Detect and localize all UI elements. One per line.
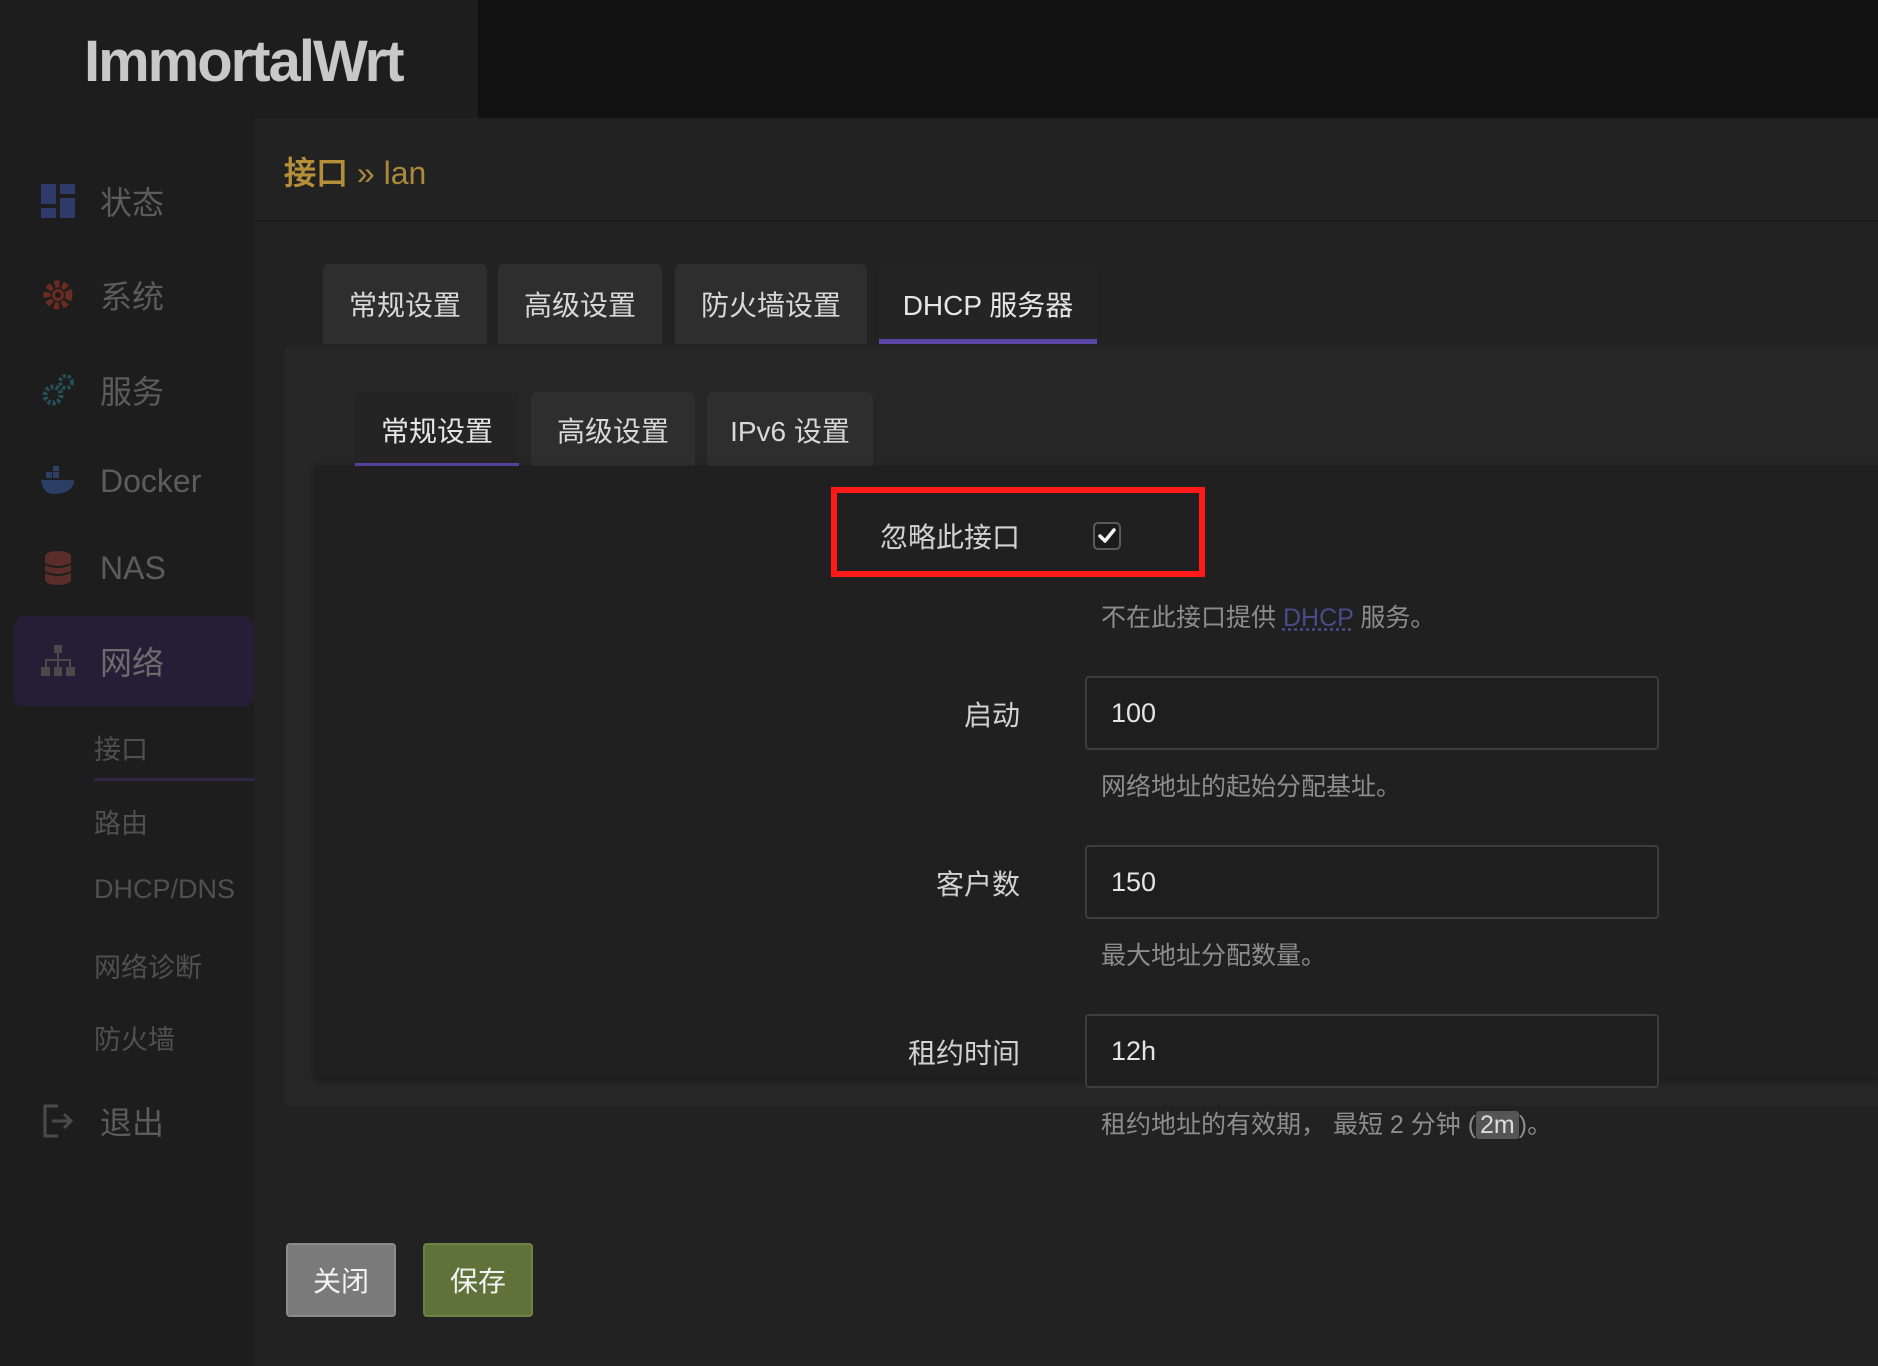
active-subitem-underline — [94, 778, 254, 781]
tab-firewall[interactable]: 防火墙设置 — [675, 264, 867, 344]
leasetime-label: 租约时间 — [907, 1038, 1020, 1069]
sidebar-item-label: Docker — [100, 462, 202, 499]
sidebar-subitem-interfaces[interactable]: 接口 — [94, 728, 148, 767]
tab-advanced[interactable]: 高级设置 — [498, 264, 662, 344]
sidebar-item-docker[interactable]: Docker — [14, 438, 254, 524]
tab-general[interactable]: 常规设置 — [323, 264, 487, 344]
annotation-highlight-box — [831, 487, 1205, 577]
limit-hint: 最大地址分配数量。 — [1101, 942, 1327, 970]
tab-dhcp-server[interactable]: DHCP 服务器 — [879, 264, 1097, 344]
sidebar-item-network[interactable]: 网络 — [14, 616, 254, 706]
docker-icon — [38, 461, 78, 501]
sidebar-item-status[interactable]: 状态 — [14, 158, 254, 244]
breadcrumb-parent[interactable]: 接口 — [284, 155, 348, 191]
dashboard-icon — [38, 181, 78, 221]
start-hint: 网络地址的起始分配基址。 — [1101, 773, 1402, 801]
sidebar-item-label: NAS — [100, 549, 166, 586]
gear-icon — [38, 275, 78, 315]
header-divider — [254, 220, 1878, 222]
sidebar-item-label: 退出 — [100, 1105, 165, 1141]
start-label: 启动 — [963, 700, 1020, 731]
sidebar-item-label: 网络 — [100, 645, 165, 681]
start-input[interactable] — [1085, 676, 1659, 750]
breadcrumb-separator: » — [356, 155, 375, 191]
min-lease-code: 2m — [1476, 1111, 1519, 1139]
database-icon — [38, 548, 78, 588]
brand-logo: ImmortalWrt — [84, 29, 405, 94]
sidebar-subitem-routes[interactable]: 路由 — [94, 802, 148, 841]
cogs-icon — [38, 370, 78, 410]
leasetime-hint: 租约地址的有效期， 最短 2 分钟 (2m)。 — [1101, 1111, 1553, 1139]
save-button[interactable]: 保存 — [423, 1243, 533, 1317]
sidebar-item-label: 服务 — [100, 374, 165, 410]
sidebar-item-system[interactable]: 系统 — [14, 252, 254, 338]
sidebar-item-nas[interactable]: NAS — [14, 525, 254, 611]
dhcp-abbr: DHCP — [1282, 604, 1354, 632]
sidebar-item-label: 状态 — [100, 185, 165, 221]
sidebar-subitem-dhcp-dns[interactable]: DHCP/DNS — [94, 874, 235, 905]
interface-modal: 接口 » lan 常规设置 高级设置 防火墙设置 DHCP 服务器 常规设置 高… — [254, 118, 1878, 1366]
network-icon — [38, 641, 78, 681]
sidebar-item-label: 系统 — [100, 279, 165, 315]
leasetime-input[interactable] — [1085, 1014, 1659, 1088]
sidebar-subitem-firewall[interactable]: 防火墙 — [94, 1018, 175, 1057]
sidebar-item-logout[interactable]: 退出 — [14, 1078, 254, 1164]
close-button[interactable]: 关闭 — [286, 1243, 396, 1317]
subtab-ipv6[interactable]: IPv6 设置 — [707, 392, 873, 468]
logout-icon — [38, 1101, 78, 1141]
sidebar-item-services[interactable]: 服务 — [14, 347, 254, 433]
limit-input[interactable] — [1085, 845, 1659, 919]
limit-label: 客户数 — [935, 869, 1020, 900]
breadcrumb: 接口 » lan — [284, 148, 426, 194]
breadcrumb-current: lan — [383, 155, 427, 191]
subtab-advanced[interactable]: 高级设置 — [531, 392, 695, 468]
subtab-general-active[interactable]: 常规设置 — [355, 392, 519, 468]
top-bar — [478, 0, 1878, 118]
sidebar-subitem-diagnostics[interactable]: 网络诊断 — [94, 946, 202, 985]
ignore-interface-hint: 不在此接口提供 DHCP 服务。 — [1101, 604, 1436, 632]
